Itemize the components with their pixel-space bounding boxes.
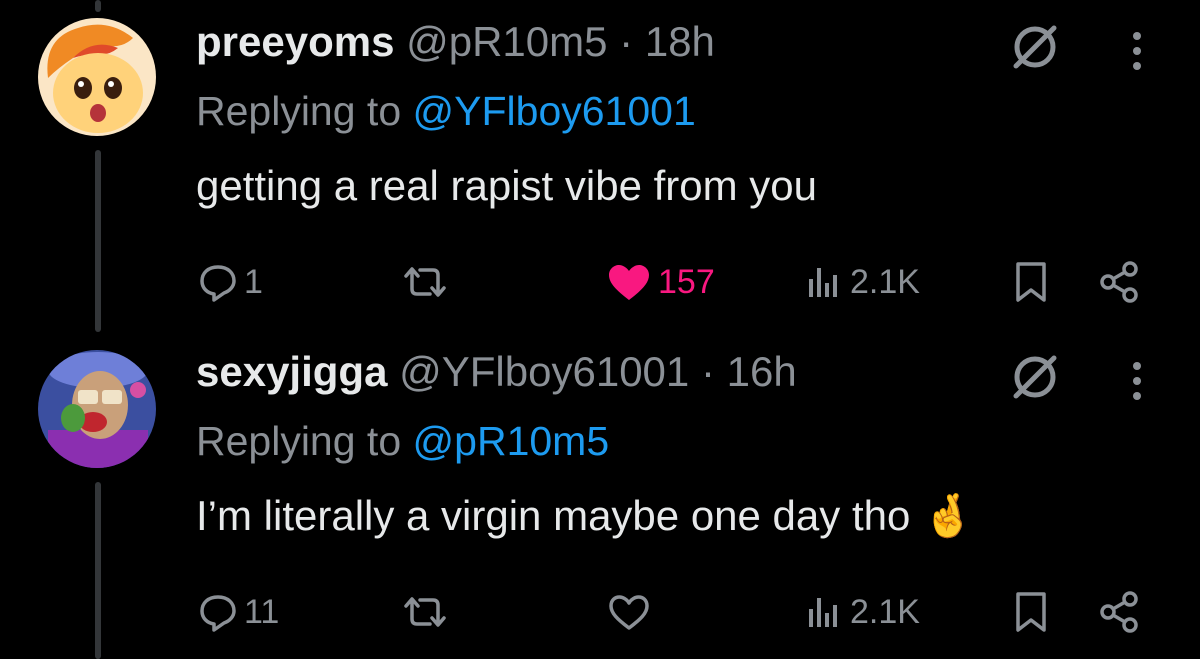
thread-line bbox=[95, 0, 101, 12]
bookmark-icon bbox=[1016, 592, 1046, 632]
crossed-fingers-emoji: 🤞 bbox=[922, 492, 975, 539]
action-bar: 11 2.1K bbox=[0, 582, 1200, 642]
tweet-header: preeyoms @pR10m5 · 18h bbox=[196, 12, 715, 72]
tweet-text: I’m literally a virgin maybe one day tho… bbox=[196, 492, 974, 541]
avatar[interactable] bbox=[38, 18, 156, 136]
reply-icon bbox=[200, 595, 236, 632]
replying-prefix: Replying to bbox=[196, 418, 402, 464]
reply-button[interactable]: 1 bbox=[198, 252, 263, 312]
mute-icon[interactable] bbox=[1008, 20, 1062, 74]
action-bar: 1 157 2.1K bbox=[0, 252, 1200, 312]
tweet-header: sexyjigga @YFlboy61001 · 16h bbox=[196, 342, 797, 402]
tweet-text: getting a real rapist vibe from you bbox=[196, 162, 817, 209]
timestamp[interactable]: 18h bbox=[645, 18, 715, 65]
replying-to: Replying to @pR10m5 bbox=[196, 418, 609, 465]
tweet-text-body: I’m literally a virgin maybe one day tho bbox=[196, 492, 911, 539]
reply-mention-link[interactable]: @pR10m5 bbox=[413, 418, 610, 464]
share-icon bbox=[1100, 591, 1138, 633]
display-name[interactable]: preeyoms bbox=[196, 18, 394, 65]
share-button[interactable] bbox=[1098, 582, 1142, 642]
mute-icon[interactable] bbox=[1008, 350, 1062, 404]
bookmark-button[interactable] bbox=[1014, 582, 1048, 642]
bookmark-button[interactable] bbox=[1014, 252, 1048, 312]
avatar[interactable] bbox=[38, 350, 156, 468]
like-button[interactable] bbox=[606, 582, 658, 642]
reply-icon bbox=[200, 265, 236, 302]
retweet-button[interactable] bbox=[400, 252, 456, 312]
like-button[interactable]: 157 bbox=[606, 252, 715, 312]
replying-to: Replying to @YFlboy61001 bbox=[196, 88, 696, 135]
retweet-icon bbox=[404, 267, 446, 297]
retweet-icon bbox=[404, 597, 446, 627]
reply-count: 1 bbox=[244, 262, 263, 301]
view-count: 2.1K bbox=[850, 592, 920, 631]
reply-button[interactable]: 11 bbox=[198, 582, 279, 642]
more-options-icon[interactable] bbox=[1120, 350, 1154, 410]
timestamp[interactable]: 16h bbox=[727, 348, 797, 395]
replying-prefix: Replying to bbox=[196, 88, 402, 134]
display-name[interactable]: sexyjigga bbox=[196, 348, 387, 395]
bookmark-icon bbox=[1016, 262, 1046, 302]
views-button[interactable]: 2.1K bbox=[804, 252, 920, 312]
views-chart-icon bbox=[809, 598, 837, 627]
share-icon bbox=[1100, 261, 1138, 303]
views-chart-icon bbox=[809, 268, 837, 297]
heart-filled-icon bbox=[609, 265, 649, 300]
more-options-icon[interactable] bbox=[1120, 20, 1154, 80]
like-count: 157 bbox=[658, 262, 715, 301]
heart-outline-icon bbox=[609, 595, 649, 630]
retweet-button[interactable] bbox=[400, 582, 456, 642]
share-button[interactable] bbox=[1098, 252, 1142, 312]
user-handle[interactable]: @YFlboy61001 bbox=[399, 348, 689, 395]
separator: · bbox=[700, 348, 715, 395]
separator: · bbox=[619, 18, 634, 65]
user-handle[interactable]: @pR10m5 bbox=[406, 18, 607, 65]
view-count: 2.1K bbox=[850, 262, 920, 301]
reply-mention-link[interactable]: @YFlboy61001 bbox=[413, 88, 696, 134]
reply-count: 11 bbox=[244, 592, 280, 631]
views-button[interactable]: 2.1K bbox=[804, 582, 920, 642]
